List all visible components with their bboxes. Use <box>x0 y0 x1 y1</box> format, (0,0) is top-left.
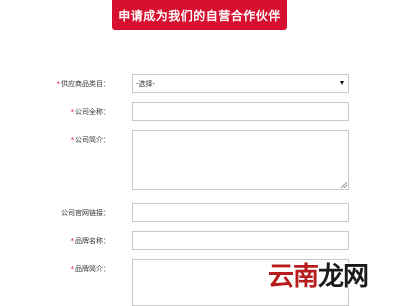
company-site-input[interactable] <box>132 203 349 222</box>
required-mark: * <box>56 80 61 88</box>
brand-name-label: *品牌名称： <box>70 237 111 245</box>
company-intro-label: *公司简介： <box>70 136 111 144</box>
category-selected-value: -选择- <box>136 79 156 88</box>
brand-intro-label: *品牌简介： <box>70 265 111 273</box>
company-name-input[interactable] <box>132 102 349 121</box>
company-name-label: *公司全称： <box>70 108 111 116</box>
dropdown-arrow-icon <box>340 81 344 85</box>
required-mark: * <box>70 108 75 116</box>
category-select[interactable]: -选择- <box>132 74 349 93</box>
category-label: *供应商品类目： <box>56 80 111 88</box>
brand-name-input[interactable] <box>132 231 349 250</box>
company-intro-textarea[interactable] <box>132 130 349 190</box>
company-site-label: 公司官网链接： <box>61 209 110 217</box>
required-mark: * <box>70 265 75 273</box>
site-watermark: 云南龙网 <box>268 262 369 292</box>
resize-grip-icon[interactable] <box>341 182 347 188</box>
apply-partner-button-label: 申请成为我们的自营合作伙伴 <box>118 8 281 23</box>
required-mark: * <box>70 237 75 245</box>
required-mark: * <box>70 136 75 144</box>
apply-partner-button[interactable]: 申请成为我们的自营合作伙伴 <box>112 0 287 30</box>
